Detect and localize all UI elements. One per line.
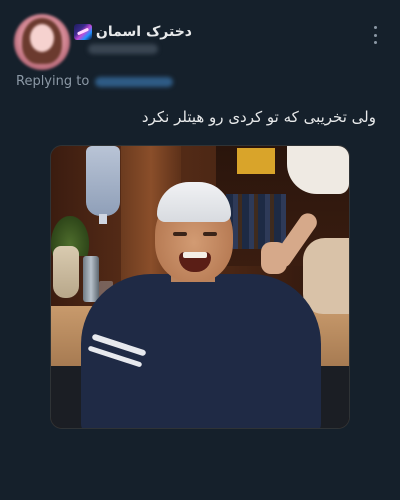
author-handle-redacted xyxy=(88,44,158,54)
avatar-face xyxy=(30,24,54,52)
media-vase xyxy=(53,246,79,298)
media-right-person xyxy=(303,238,349,314)
tweet-text: ولی تخریبی که تو کردی رو هیتلر نکرد xyxy=(141,108,376,126)
more-vertical-icon[interactable] xyxy=(372,26,378,44)
media-hand xyxy=(261,242,287,274)
author-display-name[interactable]: دخترک اسمان xyxy=(96,24,192,40)
author-name-row[interactable]: دخترک اسمان xyxy=(73,24,192,40)
media-man-eye xyxy=(203,232,217,236)
replying-to-row: Replying to xyxy=(16,74,174,89)
media-man-eye xyxy=(173,232,187,236)
replying-to-label: Replying to xyxy=(16,74,90,89)
media-man-teeth xyxy=(183,252,207,258)
media-man-sweater xyxy=(81,274,321,428)
replying-to-handle-redacted[interactable] xyxy=(95,76,174,87)
media-yellow-box xyxy=(237,148,275,174)
avatar[interactable] xyxy=(14,14,70,70)
galaxy-emoji-icon xyxy=(73,24,92,40)
tweet: دخترک اسمان Replying to ولی تخریبی که تو… xyxy=(0,0,400,500)
media-lamp xyxy=(86,146,120,216)
media-can xyxy=(83,256,99,302)
media-books xyxy=(226,194,286,249)
tweet-media-image[interactable] xyxy=(50,145,350,429)
media-lamp-stem xyxy=(99,214,107,224)
